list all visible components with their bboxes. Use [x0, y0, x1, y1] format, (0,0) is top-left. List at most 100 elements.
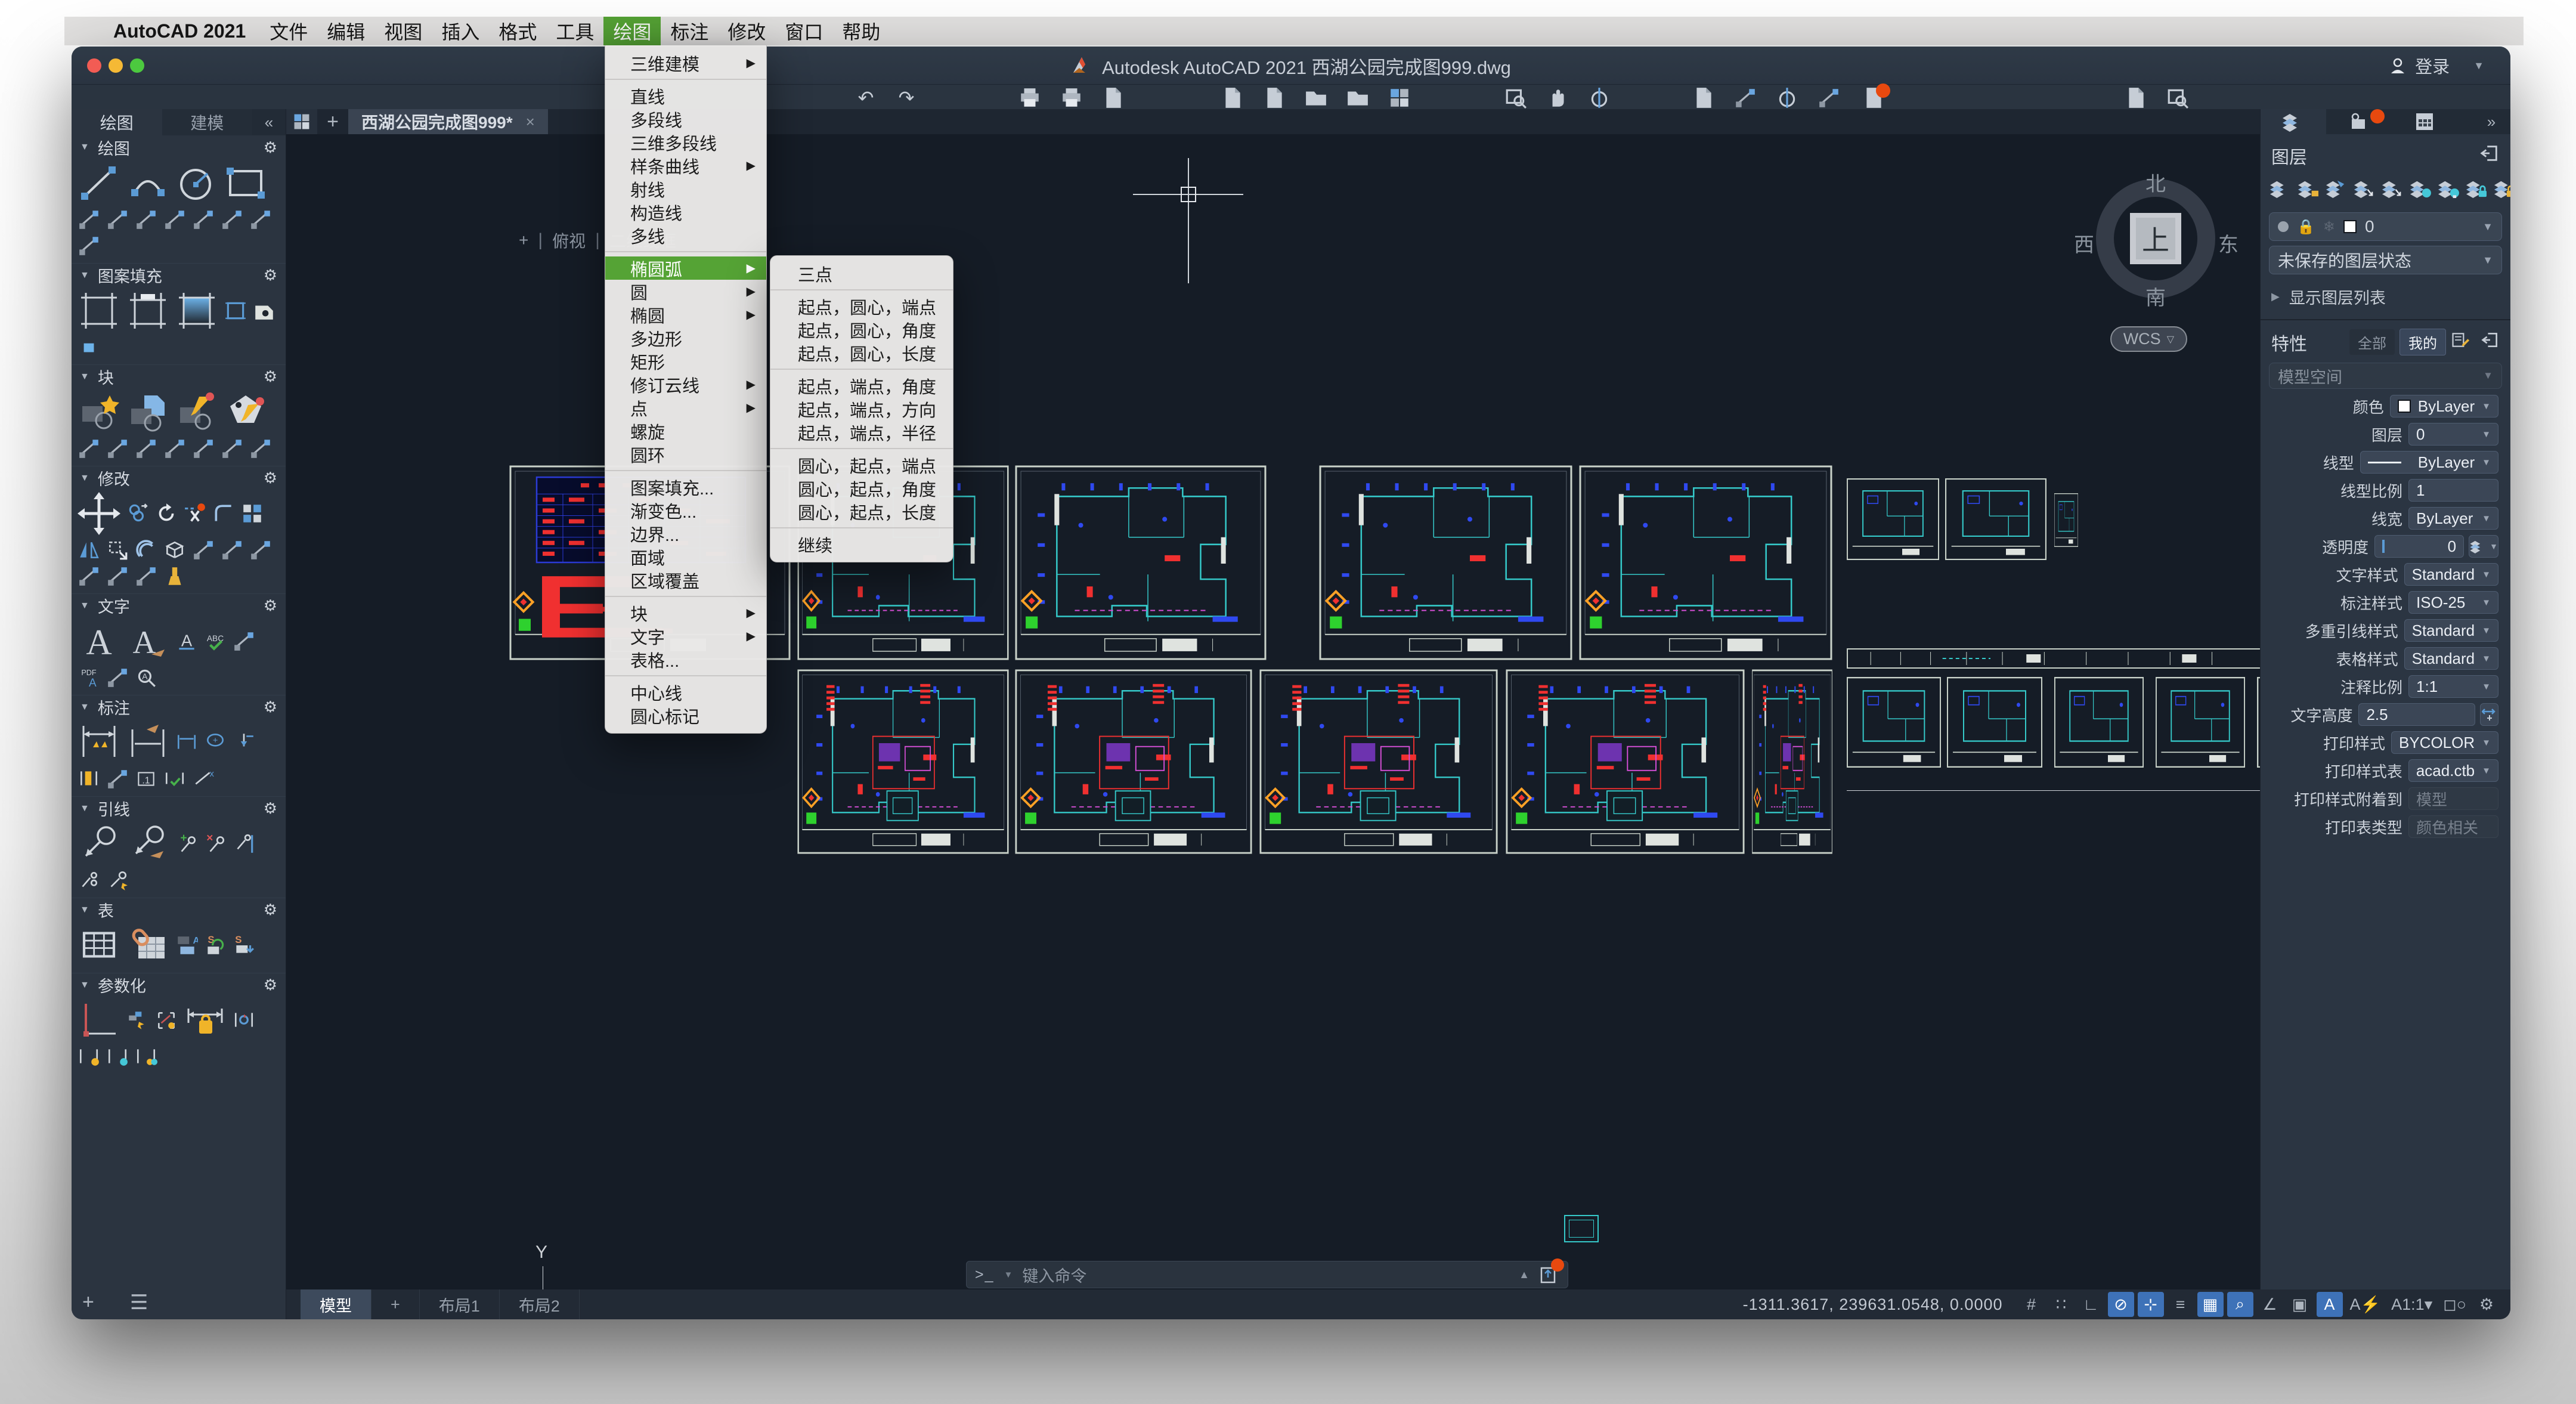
block-add-tool-icon[interactable] — [163, 437, 186, 460]
text-pdf-tool-icon[interactable]: PDF A — [78, 666, 100, 689]
wipeout-tool-icon[interactable] — [78, 336, 100, 358]
move-tool-icon[interactable] — [78, 492, 120, 535]
menubar-app-name[interactable]: AutoCAD 2021 — [99, 17, 260, 45]
chamfer-tool-icon[interactable] — [249, 539, 272, 561]
hatch-edit-tool-icon[interactable] — [126, 289, 169, 332]
command-expand-icon[interactable]: ▲ — [1519, 1269, 1530, 1281]
remove-leader-tool-icon[interactable]: × — [204, 833, 227, 855]
drawing-canvas[interactable]: + | 俯视 | 二维线框 — [286, 134, 2260, 1289]
text-find-tool-icon[interactable]: A — [135, 666, 157, 689]
draw-menu-item[interactable]: 螺旋 — [605, 419, 766, 443]
fillet-tool-icon[interactable] — [212, 502, 235, 525]
sign-in-button[interactable]: 登录 ▼ — [2389, 52, 2484, 79]
block-sync-tool-icon[interactable] — [192, 437, 215, 460]
block-return-tool-icon[interactable] — [249, 437, 272, 460]
isodraft-toggle[interactable]: ∠ — [2257, 1292, 2283, 1317]
menubar-item-view[interactable]: 视图 — [374, 17, 432, 45]
stretch-modify-tool-icon[interactable] — [192, 539, 215, 561]
viewcube-east[interactable]: 东 — [2218, 228, 2238, 258]
draw-menu-item[interactable]: 渐变色... — [605, 499, 766, 522]
dim-style-select[interactable]: ISO-25▼ — [2408, 591, 2498, 614]
close-tab-icon[interactable]: × — [526, 113, 535, 131]
view-control[interactable]: 俯视 — [552, 228, 586, 252]
layer-unlock-button[interactable] — [2493, 178, 2510, 202]
baseline-dimension-tool-icon[interactable] — [78, 768, 100, 790]
palette-section-table[interactable]: ▼ 表 ⚙ — [72, 898, 286, 921]
text-frame-tool-icon[interactable] — [106, 666, 129, 689]
section-settings-icon[interactable]: ⚙ — [264, 469, 277, 487]
arc-submenu-item[interactable]: 三点 — [770, 262, 953, 285]
layer-off-button[interactable] — [2437, 178, 2460, 202]
draw-menu-item[interactable]: 块▶ — [605, 601, 766, 624]
trim-tool-icon[interactable] — [184, 502, 206, 525]
space-selector[interactable]: 模型空间 ▼ — [2269, 363, 2502, 389]
view-restore-button[interactable] — [2165, 86, 2191, 110]
extend-tool-icon[interactable] — [221, 539, 243, 561]
arc-submenu-item[interactable]: 圆心，起点，端点 — [770, 453, 953, 477]
draw-menu-item[interactable]: 矩形 — [605, 350, 766, 373]
attribute-tool-icon[interactable] — [78, 437, 100, 460]
palette-collapse-button[interactable]: « — [252, 109, 286, 135]
table-style-select[interactable]: Standard▼ — [2404, 647, 2498, 670]
menubar-item-tools[interactable]: 工具 — [546, 17, 603, 45]
panel-autohide-icon[interactable] — [2479, 143, 2500, 168]
align-tool-icon[interactable] — [135, 565, 157, 587]
scale-tool-icon[interactable] — [106, 539, 129, 561]
draw-menu-item[interactable]: 圆环 — [605, 443, 766, 466]
dimension-check-tool-icon[interactable] — [163, 768, 186, 790]
draw-menu-item-elliptical-arc[interactable]: 椭圆弧▶ — [605, 256, 766, 280]
undo-button[interactable]: ↶ — [853, 86, 879, 110]
linear-dimension-tool-icon[interactable] — [78, 721, 120, 764]
filter-all-button[interactable]: 全部 — [2349, 329, 2395, 355]
draw-menu-item[interactable]: 多边形 — [605, 326, 766, 350]
arc-submenu-item[interactable]: 起点，端点，方向 — [770, 397, 953, 420]
dimension-style-tool-icon[interactable] — [126, 721, 169, 764]
section-settings-icon[interactable]: ⚙ — [264, 367, 277, 386]
dimension-break-tool-icon[interactable]: x — [192, 768, 215, 790]
arc-tool-icon[interactable] — [126, 162, 169, 205]
layout1-tab[interactable]: 布局1 — [420, 1289, 500, 1319]
menubar-item-modify[interactable]: 修改 — [718, 17, 775, 45]
quick-leader-tool-icon[interactable] — [106, 869, 129, 892]
draw-menu-item[interactable]: 椭圆▶ — [605, 303, 766, 326]
insert-block-tool-icon[interactable] — [126, 391, 169, 434]
edit-attribute-tool-icon[interactable] — [224, 391, 267, 434]
polar-tracking-toggle[interactable]: ⊘ — [2108, 1292, 2134, 1317]
grid-toggle[interactable]: # — [2018, 1292, 2045, 1317]
stretch-tool-icon[interactable] — [163, 208, 186, 231]
viewcube-west[interactable]: 西 — [2074, 228, 2094, 258]
mirror-tool-icon[interactable] — [78, 539, 100, 561]
drawing-compare-button[interactable] — [1386, 86, 1413, 110]
section-settings-icon[interactable]: ⚙ — [264, 901, 277, 919]
quick-select-button[interactable] — [1732, 86, 1758, 110]
geometric-constraint-tool-icon[interactable] — [78, 999, 120, 1042]
section-settings-icon[interactable]: ⚙ — [264, 596, 277, 615]
palette-section-parametric[interactable]: ▼ 参数化 ⚙ — [72, 973, 286, 997]
geographic-location-button[interactable] — [1774, 86, 1800, 110]
palette-section-hatch[interactable]: ▼ 图案填充 ⚙ — [72, 263, 286, 287]
print-button[interactable] — [1017, 86, 1043, 110]
layer-state-combo[interactable]: 未保存的图层状态 ▼ — [2269, 246, 2502, 274]
join-tool-icon[interactable] — [106, 565, 129, 587]
dynamic-ucs-toggle[interactable]: ▣ — [2287, 1292, 2313, 1317]
section-settings-icon[interactable]: ⚙ — [264, 976, 277, 994]
new-drawing-tab-button[interactable]: + — [317, 109, 348, 134]
block-save-tool-icon[interactable] — [135, 437, 157, 460]
viewcube[interactable]: 北 西 东 南 上 — [2087, 170, 2224, 307]
viewcube-south[interactable]: 南 — [2145, 282, 2166, 311]
block-table-tool-icon[interactable] — [106, 437, 129, 460]
table-style-tool-icon[interactable]: A — [175, 934, 198, 957]
radius-dimension-tool-icon[interactable]: + — [204, 731, 227, 754]
properties-button[interactable] — [1690, 86, 1717, 110]
show-constraints-tool-icon[interactable] — [155, 1009, 178, 1032]
command-feedback-icon[interactable] — [1539, 1264, 1559, 1285]
arc-submenu-item[interactable]: 圆心，起点，角度 — [770, 477, 953, 500]
pick-text-height-button[interactable] — [2480, 703, 2498, 726]
add-layout-button[interactable]: + — [371, 1289, 420, 1319]
table-download-tool-icon[interactable]: S — [233, 934, 255, 957]
gradient-tool-icon[interactable] — [175, 289, 218, 332]
viewport-menu-control[interactable]: + — [519, 231, 528, 250]
palette-tab-model[interactable]: 建模 — [162, 109, 253, 135]
arc-submenu-item[interactable]: 起点，圆心，长度 — [770, 341, 953, 364]
draw-menu-item[interactable]: 点▶ — [605, 396, 766, 419]
